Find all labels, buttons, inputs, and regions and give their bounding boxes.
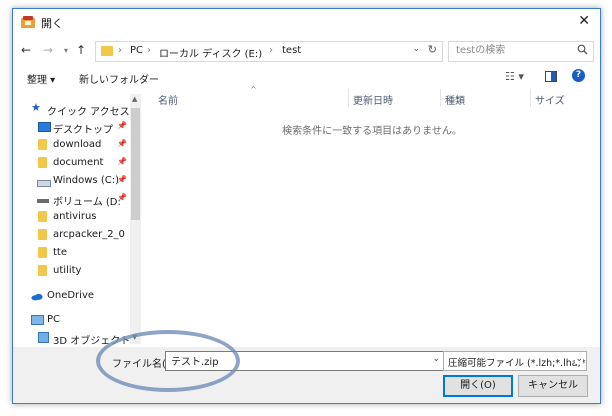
address-row: ← → ▾ ↑ › PC › ローカル ディスク (E:) › test ⌄ ↻: [13, 39, 600, 63]
up-arrow-icon[interactable]: ↑: [76, 43, 86, 57]
command-bar: 整理 ▾ 新しいフォルダー ☷ ▾ ?: [13, 67, 600, 89]
new-folder-button[interactable]: 新しいフォルダー: [79, 71, 159, 86]
sort-arrow-icon: ^: [250, 85, 257, 94]
help-icon[interactable]: ?: [572, 69, 585, 82]
folder-icon: [38, 139, 47, 150]
sidebar-item-label: PC: [47, 314, 61, 325]
open-button[interactable]: 開く(O): [443, 375, 513, 397]
pin-icon: 📌: [117, 121, 127, 130]
pin-icon: 📌: [117, 175, 127, 184]
sidebar-item-onedrive[interactable]: OneDrive: [13, 288, 131, 305]
sidebar-item-label: ボリューム (D:: [53, 197, 121, 208]
sidebar-item-document[interactable]: document 📌: [13, 155, 131, 172]
search-input[interactable]: [454, 44, 568, 57]
chevron-down-icon[interactable]: ⌄: [432, 354, 440, 364]
organize-button[interactable]: 整理 ▾: [27, 71, 55, 86]
folder-icon: [38, 265, 47, 276]
pin-icon: 📌: [117, 157, 127, 166]
sidebar-item-label: antivirus: [53, 211, 97, 222]
sidebar-item-label: document: [53, 157, 104, 168]
breadcrumb-local-disk[interactable]: ローカル ディスク (E:): [159, 45, 262, 60]
refresh-icon[interactable]: ↻: [428, 43, 437, 56]
close-icon[interactable]: ✕: [578, 13, 590, 29]
sidebar-scrollbar[interactable]: ▲ ▼: [130, 94, 141, 344]
open-file-dialog: 開く ✕ ← → ▾ ↑ › PC › ローカル ディスク (E:) › tes…: [12, 8, 601, 404]
title-bar: 開く ✕: [13, 9, 600, 35]
sidebar-item-label: OneDrive: [47, 290, 95, 301]
drive-icon: [37, 180, 51, 187]
column-header-updated[interactable]: 更新日時: [353, 92, 393, 107]
chevron-down-icon[interactable]: ⌄: [575, 354, 583, 364]
sidebar-item-label: arcpacker_2_0: [53, 229, 125, 240]
empty-message: 検索条件に一致する項目はありません。: [282, 126, 462, 137]
sidebar-item-antivirus[interactable]: antivirus: [13, 209, 131, 226]
cube-icon: [38, 332, 49, 343]
breadcrumb-separator: ›: [147, 45, 151, 56]
breadcrumb-test[interactable]: test: [282, 45, 301, 56]
sidebar-item-volume-d[interactable]: ボリューム (D: 📌: [13, 191, 131, 208]
column-header-name[interactable]: 名前: [158, 92, 178, 107]
sidebar-item-label: Windows (C:): [53, 175, 119, 186]
drive-icon: [37, 199, 49, 203]
preview-pane-icon[interactable]: [545, 71, 557, 82]
column-separator[interactable]: [440, 89, 441, 107]
cancel-button[interactable]: キャンセル: [518, 375, 588, 397]
sidebar-item-quick-access[interactable]: ★ クイック アクセス: [13, 101, 131, 118]
sidebar-item-label: tte: [53, 247, 67, 258]
search-box[interactable]: [448, 41, 594, 62]
forward-arrow-icon[interactable]: →: [43, 43, 53, 57]
sidebar-item-pc[interactable]: PC: [13, 312, 131, 329]
star-icon: ★: [31, 101, 41, 114]
folder-icon: [38, 157, 47, 168]
scroll-up-icon[interactable]: ▲: [132, 95, 137, 103]
sidebar-item-label: utility: [53, 265, 82, 276]
app-icon: [21, 16, 35, 28]
breadcrumb-pc[interactable]: PC: [130, 45, 143, 56]
computer-icon: [31, 315, 44, 325]
pin-icon: 📌: [117, 193, 127, 202]
folder-icon: [38, 211, 47, 222]
pin-icon: 📌: [117, 139, 127, 148]
breadcrumb-separator: ›: [269, 45, 273, 56]
sidebar-item-arcpacker[interactable]: arcpacker_2_0: [13, 227, 131, 244]
folder-icon: [38, 229, 47, 240]
sidebar-item-label: クイック アクセス: [47, 107, 130, 118]
view-options-icon[interactable]: ☷ ▾: [505, 70, 524, 83]
sidebar-item-utility[interactable]: utility: [13, 263, 131, 280]
back-arrow-icon[interactable]: ←: [21, 43, 31, 57]
column-header-type[interactable]: 種類: [445, 92, 465, 107]
folder-icon: [101, 46, 113, 56]
column-header-size[interactable]: サイズ: [535, 92, 565, 107]
cloud-icon: [31, 293, 43, 301]
breadcrumb-separator: ›: [118, 45, 122, 56]
window-title: 開く: [41, 17, 63, 30]
file-type-filter-label: 圧縮可能ファイル (*.lzh;*.lha;*.zip: [448, 358, 587, 369]
file-list[interactable]: ^ 名前 更新日時 種類 サイズ 検索条件に一致する項目はありません。: [144, 85, 600, 347]
highlight-ellipse: [96, 330, 240, 392]
column-separator[interactable]: [348, 89, 349, 107]
desktop-icon: [38, 122, 51, 132]
address-bar[interactable]: › PC › ローカル ディスク (E:) › test ⌄ ↻: [95, 41, 443, 62]
sidebar-item-label: デスクトップ: [53, 125, 113, 136]
search-icon: [577, 44, 588, 55]
sidebar-item-desktop[interactable]: デスクトップ 📌: [13, 119, 131, 136]
navigation-pane: ★ クイック アクセス デスクトップ 📌 download 📌 document…: [13, 95, 143, 347]
scroll-thumb[interactable]: [131, 108, 140, 220]
sidebar-item-windows-c[interactable]: Windows (C:) 📌: [13, 173, 131, 190]
recent-dropdown-icon[interactable]: ▾: [64, 46, 68, 55]
column-separator[interactable]: [530, 89, 531, 107]
sidebar-item-download[interactable]: download 📌: [13, 137, 131, 154]
address-dropdown-icon[interactable]: ⌄: [412, 44, 420, 54]
sidebar-item-tte[interactable]: tte: [13, 245, 131, 262]
folder-icon: [38, 247, 47, 258]
file-type-filter[interactable]: 圧縮可能ファイル (*.lzh;*.lha;*.zip ⌄: [443, 351, 587, 371]
sidebar-item-label: download: [53, 139, 102, 150]
